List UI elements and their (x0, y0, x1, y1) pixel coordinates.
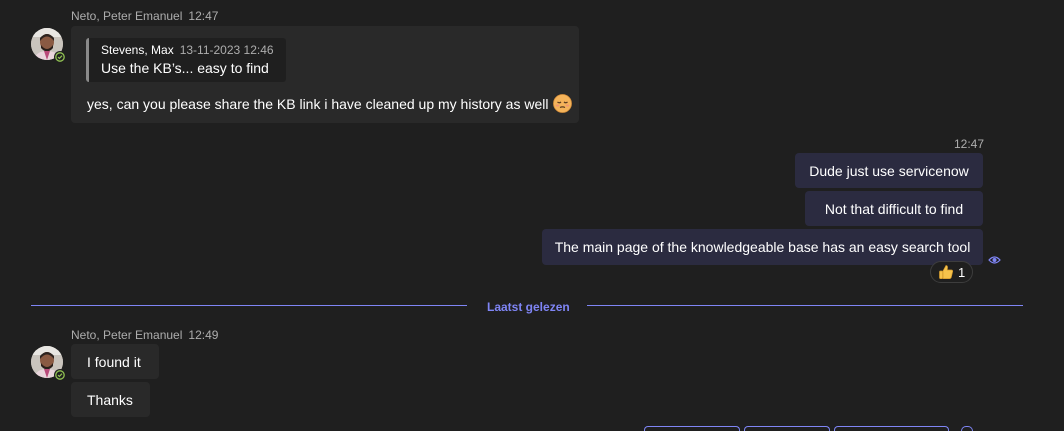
pensive-face-emoji (553, 94, 573, 113)
message-text: yes, can you please share the KB link i … (87, 95, 549, 112)
quote-text: Use the KB’s... easy to find (101, 60, 269, 76)
suggested-reply-button[interactable] (744, 426, 830, 431)
quoted-message[interactable]: Stevens, Max 13-11-2023 12:46 Use the KB’… (86, 38, 286, 82)
thumbs-up-emoji (938, 264, 954, 280)
message-text: The main page of the knowledgeable base … (554, 239, 971, 255)
quote-timestamp: 13-11-2023 12:46 (179, 43, 274, 57)
message-text-row: yes, can you please share the KB link i … (87, 94, 573, 113)
message-time: 12:47 (188, 9, 219, 23)
message-text: Thanks (87, 391, 133, 408)
avatar[interactable] (31, 28, 66, 63)
quote-header: Stevens, Max 13-11-2023 12:46 (101, 43, 274, 57)
divider-line-right (587, 305, 1023, 306)
sender-name: Neto, Peter Emanuel (71, 9, 183, 23)
message-text: Not that difficult to find (824, 200, 964, 217)
sender-name: Neto, Peter Emanuel (71, 328, 183, 342)
last-read-divider-label: Laatst gelezen (487, 300, 570, 314)
message-time: 12:49 (188, 328, 219, 342)
outgoing-message[interactable]: The main page of the knowledgeable base … (542, 229, 983, 265)
reaction-pill[interactable]: 1 (930, 261, 973, 283)
message-text: I found it (87, 353, 141, 370)
outgoing-message[interactable]: Not that difficult to find (805, 191, 983, 226)
message-bubble[interactable]: Thanks (71, 382, 150, 417)
message-time: 12:47 (954, 137, 985, 151)
message-bubble[interactable]: Stevens, Max 13-11-2023 12:46 Use the KB’… (71, 26, 579, 123)
message-header: Neto, Peter Emanuel 12:47 (71, 9, 218, 23)
message-text: Dude just use servicenow (809, 162, 969, 179)
quote-author: Stevens, Max (101, 43, 174, 57)
presence-available-icon (54, 51, 66, 63)
more-options-icon[interactable] (961, 426, 973, 431)
divider-line-left (31, 305, 467, 306)
avatar[interactable] (31, 346, 66, 381)
reaction-count: 1 (958, 264, 966, 280)
suggested-reply-button[interactable] (644, 426, 740, 431)
message-header: Neto, Peter Emanuel 12:49 (71, 328, 218, 342)
message-bubble[interactable]: I found it (71, 344, 159, 379)
suggested-reply-button[interactable] (834, 426, 949, 431)
outgoing-message[interactable]: Dude just use servicenow (795, 153, 983, 188)
seen-eye-icon (988, 252, 1001, 270)
presence-available-icon (54, 369, 66, 381)
